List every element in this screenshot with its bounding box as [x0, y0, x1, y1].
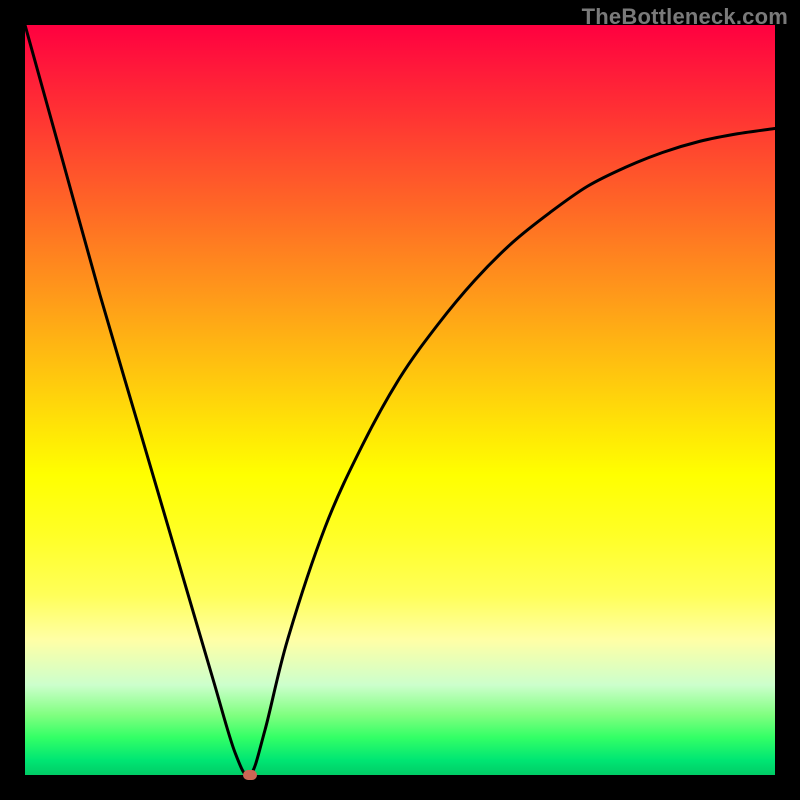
watermark-text: TheBottleneck.com — [582, 4, 788, 30]
optimum-marker — [243, 770, 257, 780]
curve-svg — [25, 25, 775, 775]
chart-frame: TheBottleneck.com — [0, 0, 800, 800]
bottleneck-curve-path — [25, 25, 775, 775]
plot-area — [25, 25, 775, 775]
